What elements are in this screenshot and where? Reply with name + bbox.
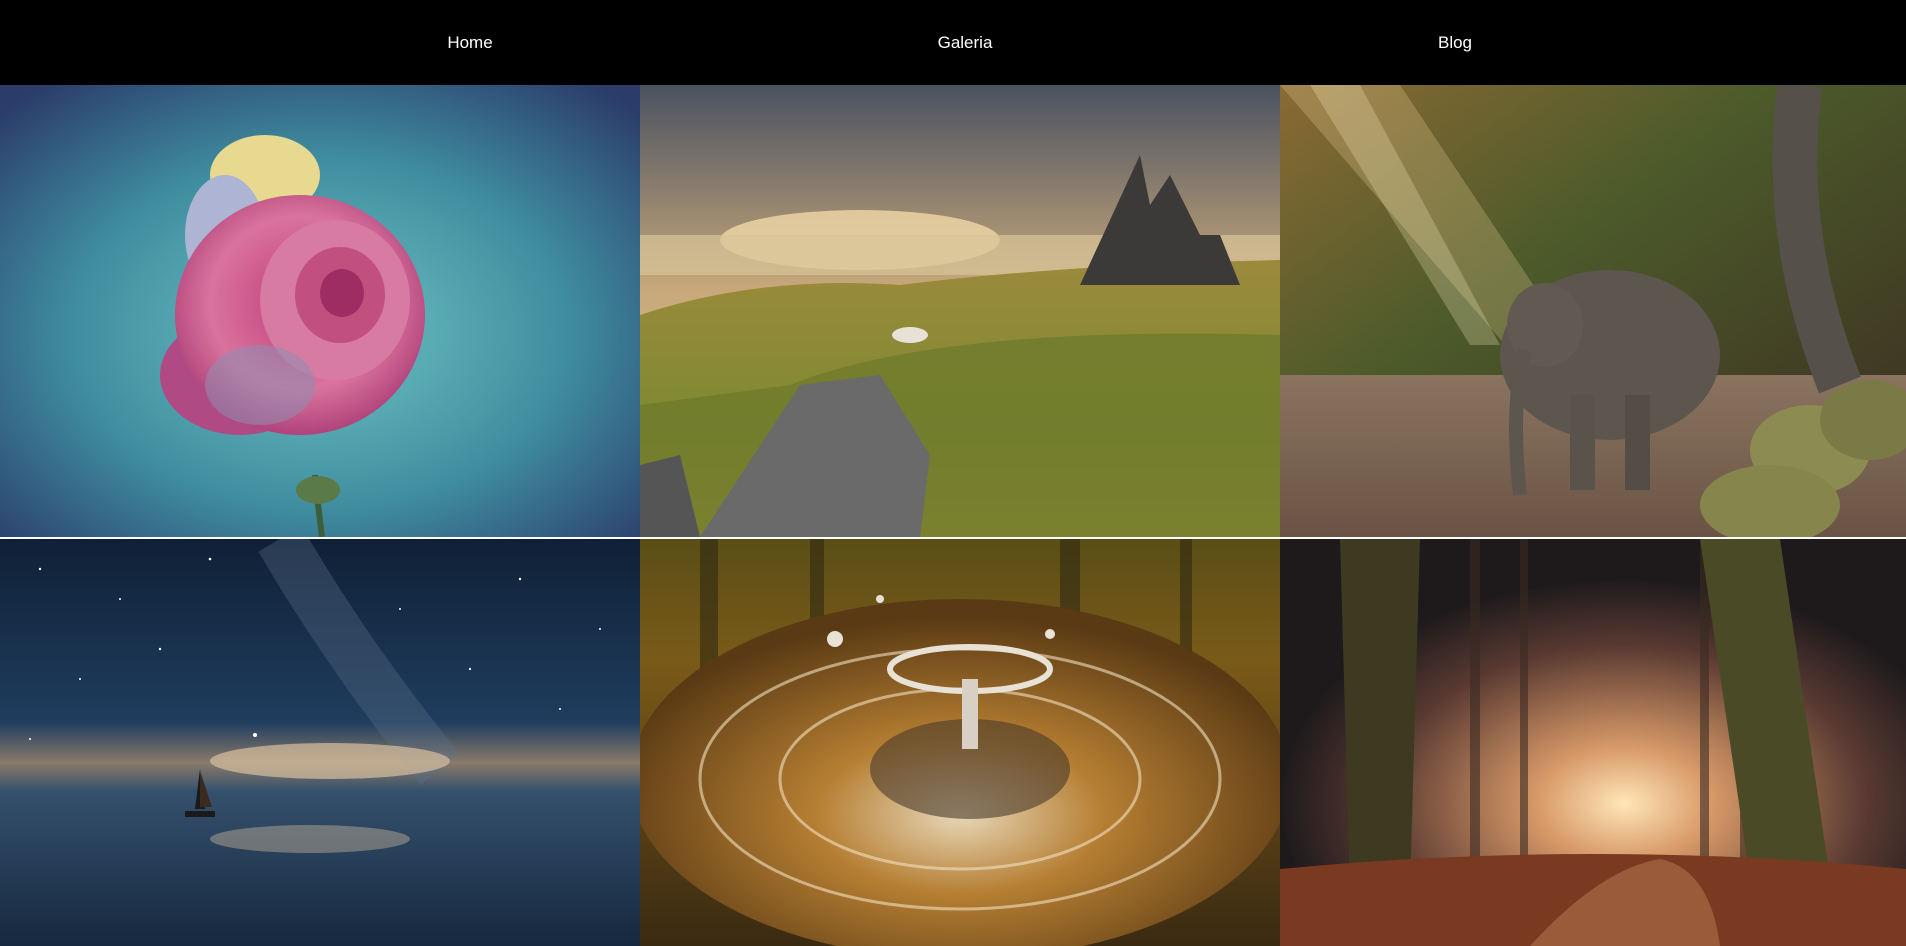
top-navbar: Home Galeria Blog — [0, 0, 1906, 85]
gallery-image-water-drop[interactable] — [640, 539, 1280, 946]
image-gallery — [0, 85, 1906, 946]
gallery-image-mountain-landscape[interactable] — [640, 85, 1280, 537]
gallery-image-night-sailboat[interactable] — [0, 539, 640, 946]
gallery-image-rose[interactable] — [0, 85, 640, 537]
nav-link-home[interactable]: Home — [447, 0, 492, 85]
nav-link-blog[interactable]: Blog — [1438, 0, 1472, 85]
gallery-image-baby-elephant[interactable] — [1280, 85, 1906, 537]
nav-link-galeria[interactable]: Galeria — [938, 0, 993, 85]
gallery-image-autumn-forest[interactable] — [1280, 539, 1906, 946]
